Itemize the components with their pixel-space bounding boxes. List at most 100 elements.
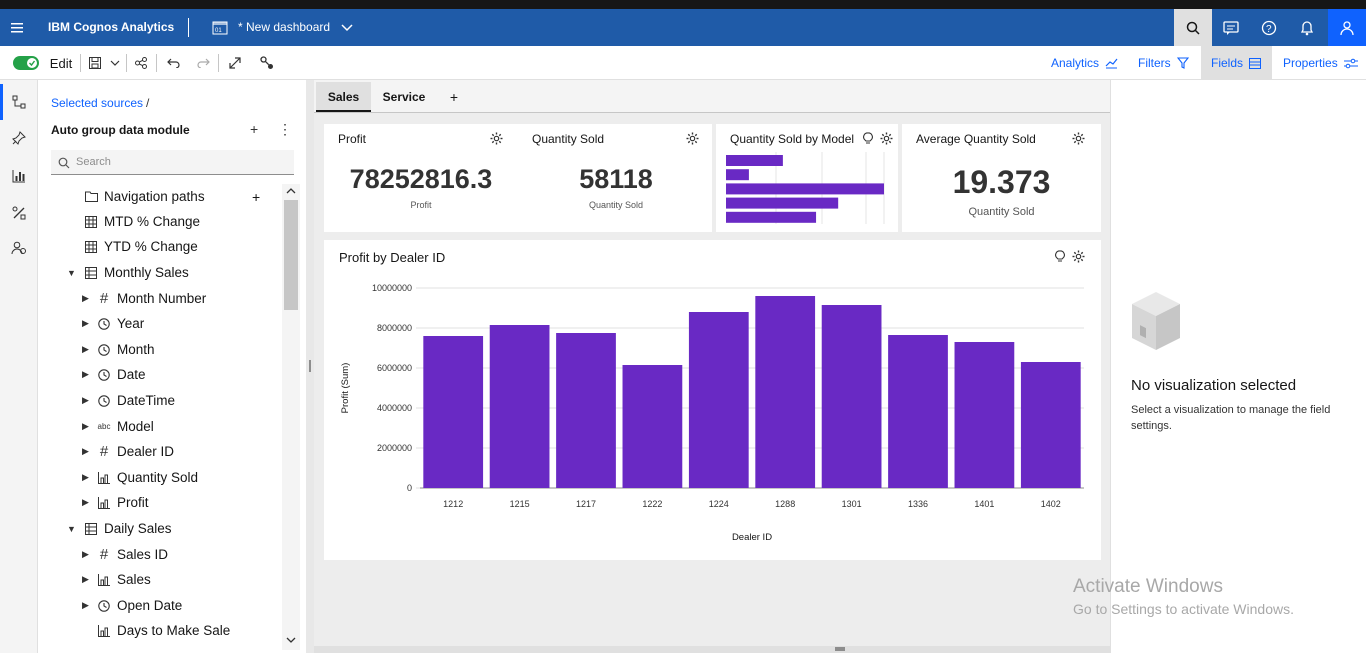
settings-gear-icon[interactable] [1072, 250, 1085, 263]
collapsed-caret-icon[interactable]: ▶ [82, 472, 89, 483]
tree-item[interactable]: ▶ Year [38, 311, 282, 336]
tree-item[interactable]: Navigation paths + [38, 184, 282, 209]
tab-service[interactable]: Service [374, 82, 434, 112]
redo-icon[interactable] [192, 46, 214, 80]
search-field[interactable]: Search [51, 150, 294, 175]
tab-sales[interactable]: Sales [316, 82, 371, 112]
collapsed-caret-icon[interactable]: ▶ [82, 395, 89, 406]
overflow-menu-icon[interactable]: ⋮ [278, 121, 292, 138]
user-avatar-icon[interactable] [1328, 9, 1366, 46]
collapsed-caret-icon[interactable]: ▶ [82, 446, 89, 457]
collapsed-caret-icon[interactable]: ▶ [82, 574, 89, 585]
tree-item[interactable]: ▶ DateTime [38, 388, 282, 413]
lightbulb-icon[interactable] [1055, 250, 1065, 263]
tree-item[interactable]: ▶ # Month Number [38, 286, 282, 311]
share-icon[interactable] [130, 46, 152, 80]
hamburger-menu-icon[interactable] [0, 9, 34, 46]
settings-gear-icon[interactable] [1072, 132, 1085, 145]
tree-item[interactable]: ▶ Profit [38, 490, 282, 515]
tree-item[interactable]: ▶ # Sales ID [38, 542, 282, 567]
add-item-icon[interactable]: + [252, 189, 260, 205]
profit-kpi-caption: Profit [410, 200, 432, 210]
hash-icon: # [99, 290, 109, 307]
save-menu-chevron-icon[interactable] [106, 46, 124, 80]
visualizations-icon[interactable] [0, 158, 38, 194]
canvas-scrollbar-thumb[interactable] [835, 647, 845, 651]
average-kpi-card[interactable]: Average Quantity Sold 19.373 Quantity So… [902, 124, 1101, 232]
collapsed-caret-icon[interactable]: ▶ [82, 549, 89, 560]
add-tab-button[interactable]: + [444, 82, 464, 112]
profit-chart-title: Profit by Dealer ID [339, 250, 446, 265]
save-icon[interactable] [84, 46, 106, 80]
collapsed-caret-icon[interactable]: ▶ [82, 293, 89, 304]
collapsed-caret-icon[interactable]: ▶ [82, 600, 89, 611]
dealer-bar-chart[interactable]: 0 2000000 4000000 6000000 8000000 10000000 121… [324, 276, 1101, 556]
x-tick-label: 1212 [443, 499, 463, 509]
tree-item[interactable]: ▶ Sales [38, 567, 282, 592]
settings-gear-icon[interactable] [880, 132, 893, 145]
search-icon [58, 157, 70, 169]
tree-item[interactable]: ▶ abc Model [38, 414, 282, 439]
add-source-icon[interactable]: + [250, 121, 258, 137]
scroll-down-icon[interactable] [286, 637, 296, 644]
tree-item[interactable]: MTD % Change [38, 209, 282, 234]
tree-item[interactable]: ▼ Daily Sales [38, 516, 282, 541]
clock-icon [97, 599, 111, 613]
fields-label: Fields [1211, 56, 1244, 70]
tree-item[interactable]: ▶ Open Date [38, 593, 282, 618]
chevron-down-icon[interactable] [332, 9, 362, 46]
module-name: Auto group data module [51, 123, 190, 137]
filters-link[interactable]: Filters [1138, 46, 1189, 80]
tree-item[interactable]: Days to Make Sale [38, 618, 282, 643]
expanded-caret-icon[interactable]: ▼ [67, 524, 76, 534]
scroll-up-icon[interactable] [286, 187, 296, 194]
collapsed-caret-icon[interactable]: ▶ [82, 369, 89, 380]
clock-icon [97, 394, 111, 408]
tree-item[interactable]: ▼ Monthly Sales [38, 260, 282, 285]
y-tick-label: 6000000 [377, 363, 412, 373]
selected-sources-link[interactable]: Selected sources [51, 96, 143, 110]
watermark-subtitle: Go to Settings to activate Windows. [1073, 601, 1294, 617]
profit-chart-card[interactable]: Profit by Dealer ID 0 2000000 4000000 60000… [324, 240, 1101, 560]
tree-item[interactable]: YTD % Change [38, 234, 282, 259]
expanded-caret-icon[interactable]: ▼ [67, 268, 76, 278]
search-icon[interactable] [1174, 9, 1212, 46]
panel-splitter[interactable] [306, 80, 314, 653]
tree-item[interactable]: ▶ Month [38, 337, 282, 362]
collapsed-caret-icon[interactable]: ▶ [82, 344, 89, 355]
notification-bell-icon[interactable] [1288, 9, 1326, 46]
properties-link[interactable]: Properties [1283, 46, 1358, 80]
help-icon[interactable]: ? [1250, 9, 1288, 46]
kpi-card-group[interactable]: Profit 78252816.3 Profit Quantity Sold 5… [324, 124, 712, 232]
analytics-link[interactable]: Analytics [1051, 46, 1118, 80]
scrollbar-thumb[interactable] [284, 200, 298, 310]
tree-item-label: Monthly Sales [104, 265, 189, 280]
model-bar-chart[interactable] [724, 152, 896, 224]
undo-icon[interactable] [162, 46, 184, 80]
tree-scrollbar[interactable] [282, 184, 300, 650]
collapsed-caret-icon[interactable]: ▶ [82, 318, 89, 329]
chat-icon[interactable] [1212, 9, 1250, 46]
pin-icon[interactable] [0, 120, 38, 156]
fullscreen-icon[interactable] [224, 46, 246, 80]
quantity-kpi-title: Quantity Sold [532, 132, 605, 146]
collapsed-caret-icon[interactable]: ▶ [82, 421, 89, 432]
canvas-scrollbar[interactable] [314, 646, 1110, 653]
collapsed-caret-icon[interactable]: ▶ [82, 497, 89, 508]
widgets-icon[interactable] [0, 195, 38, 231]
edit-toggle[interactable] [12, 46, 40, 80]
fields-link[interactable]: Fields [1201, 46, 1272, 80]
document-title[interactable]: * New dashboard [238, 9, 330, 46]
lightbulb-icon[interactable] [863, 132, 873, 145]
data-sources-icon[interactable] [0, 84, 38, 120]
tree-item[interactable]: ▶ Quantity Sold [38, 465, 282, 490]
assistant-icon[interactable] [0, 230, 38, 266]
tree-item[interactable]: ▶ # Dealer ID [38, 439, 282, 464]
tree-item[interactable]: ▶ Date [38, 362, 282, 387]
model-chart-card[interactable]: Quantity Sold by Model [716, 124, 898, 232]
settings-gear-icon[interactable] [490, 132, 503, 145]
connect-icon[interactable] [256, 46, 278, 80]
settings-gear-icon[interactable] [686, 132, 699, 145]
source-tree: Navigation paths + MTD % Change YTD % Chang… [38, 184, 282, 653]
x-tick-label: 1336 [908, 499, 928, 509]
